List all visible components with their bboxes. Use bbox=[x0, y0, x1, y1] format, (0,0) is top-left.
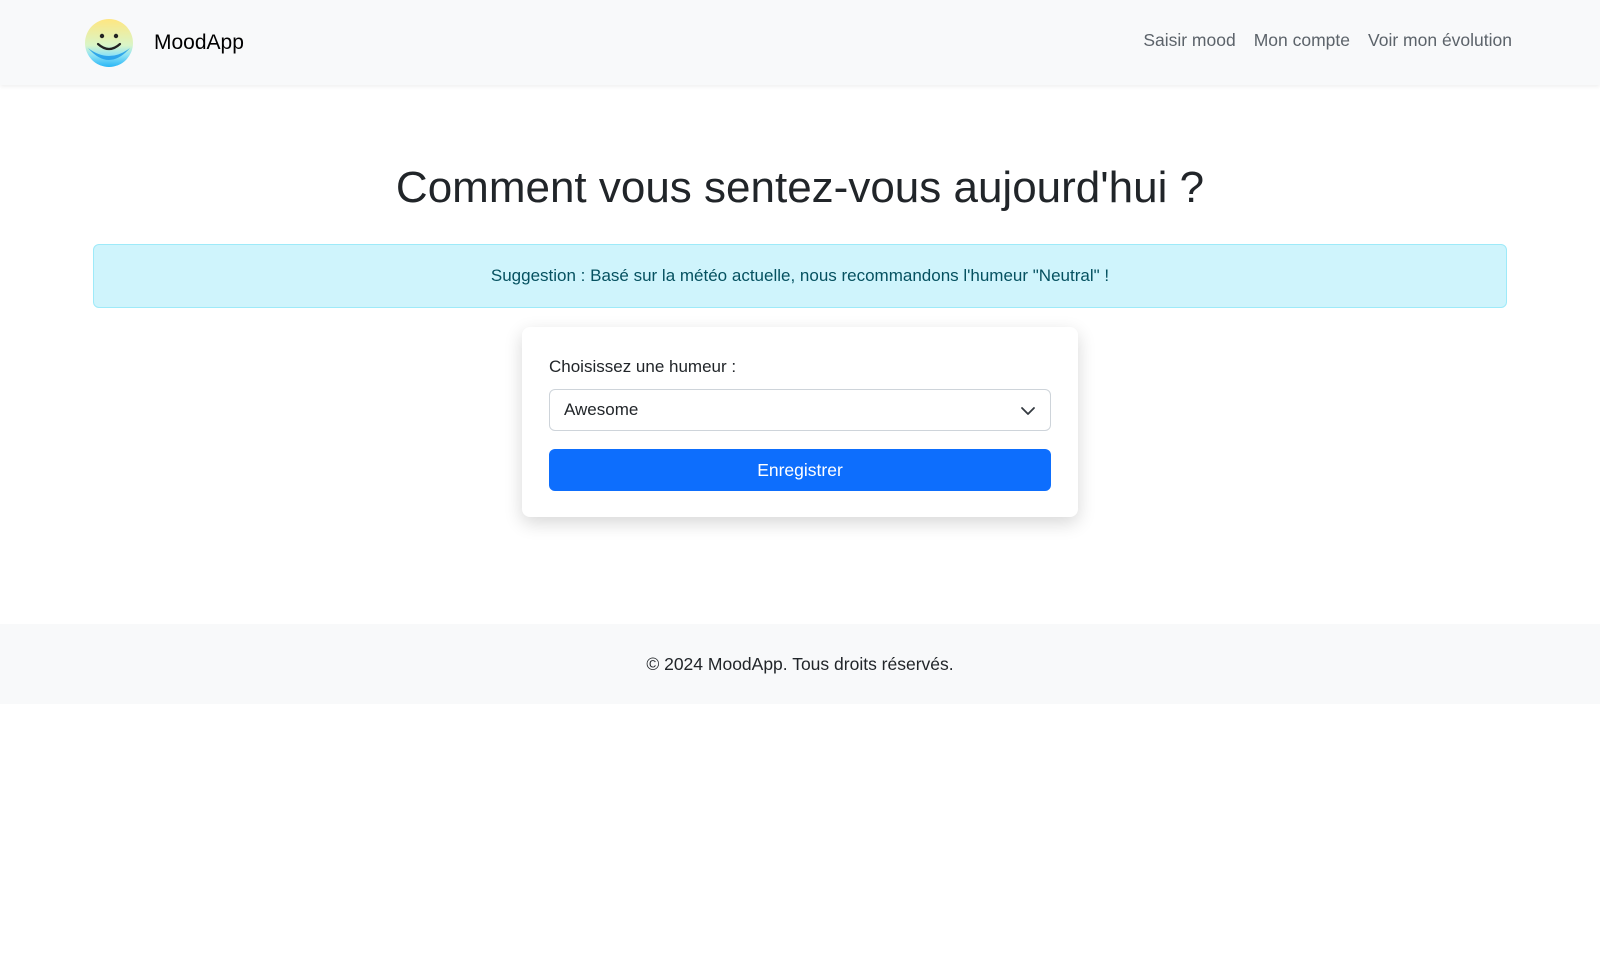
mood-select-label: Choisissez une humeur : bbox=[549, 357, 737, 376]
brand-link[interactable]: MoodApp bbox=[84, 18, 244, 68]
page-title: Comment vous sentez-vous aujourd'hui ? bbox=[395, 163, 1205, 212]
mood-select[interactable]: Awesome bbox=[549, 389, 1051, 431]
nav-link-mon-compte[interactable]: Mon compte bbox=[1254, 30, 1350, 51]
suggestion-alert: Suggestion : Basé sur la météo actuelle,… bbox=[93, 244, 1507, 308]
suggestion-text: Suggestion : Basé sur la météo actuelle,… bbox=[490, 266, 1110, 285]
footer: © 2024 MoodApp. Tous droits réservés. bbox=[0, 624, 1600, 704]
nav-link-voir-evolution[interactable]: Voir mon évolution bbox=[1368, 30, 1512, 51]
mood-form-card: Choisissez une humeur : Awesome Enregist… bbox=[522, 327, 1078, 517]
save-button[interactable]: Enregistrer bbox=[549, 449, 1051, 491]
brand-name: MoodApp bbox=[154, 31, 244, 54]
nav-link-saisir-mood[interactable]: Saisir mood bbox=[1143, 30, 1235, 51]
mood-select-value: Awesome bbox=[564, 400, 639, 419]
smiley-face-icon bbox=[85, 19, 133, 67]
chevron-down-icon bbox=[1021, 407, 1035, 415]
navbar: MoodApp Saisir mood Mon compte Voir mon … bbox=[0, 0, 1600, 85]
nav-links: Saisir mood Mon compte Voir mon évolutio… bbox=[1143, 30, 1512, 51]
footer-copyright: © 2024 MoodApp. Tous droits réservés. bbox=[646, 653, 954, 674]
